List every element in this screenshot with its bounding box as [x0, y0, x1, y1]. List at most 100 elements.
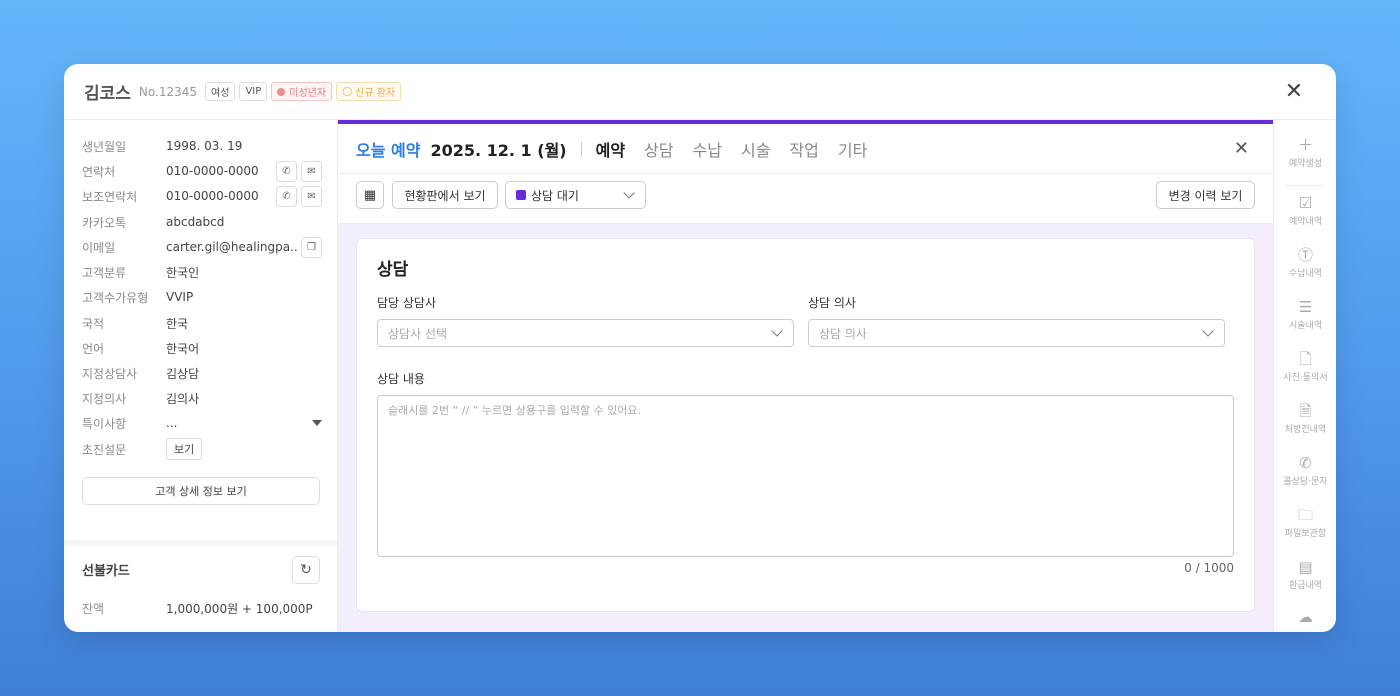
tab-consult[interactable]: 상담	[644, 137, 673, 161]
sidebar-item-photos-consent[interactable]: 🗋 사진·동의서	[1274, 348, 1336, 396]
info-label: 연락처	[82, 164, 116, 179]
copy-button[interactable]: ❐	[301, 236, 322, 258]
person-icon: ◯	[342, 86, 353, 97]
tab-procedure[interactable]: 시술	[741, 137, 770, 161]
sidebar-item-procedures[interactable]: ☰ 시술내역	[1274, 296, 1336, 344]
chevron-down-icon	[771, 325, 783, 337]
counselor-select[interactable]: 상담사 선택	[377, 319, 794, 347]
sidebar-item-label: 콜상담·문자	[1283, 477, 1328, 487]
sidebar-item-label: 환급내역	[1288, 581, 1323, 591]
minor-tag: 미성년자	[271, 82, 333, 101]
caret-down-icon[interactable]	[312, 420, 322, 426]
qr-button[interactable]: ▦	[356, 181, 384, 209]
doctor-select[interactable]: 상담 의사	[808, 319, 1225, 347]
new-patient-tag: ◯ 신규 환자	[336, 82, 402, 101]
customer-detail-button[interactable]: 고객 상세 정보 보기	[82, 477, 320, 505]
tab-work[interactable]: 작업	[789, 137, 818, 161]
info-row-counselor: 지정상담사 김상담	[82, 363, 322, 383]
close-appointment-button[interactable]: ✕	[1234, 138, 1249, 159]
customer-info-panel: 생년월일 1998. 03. 19 연락처 010-0000-0000 ✆ ✉ 보조연…	[64, 120, 338, 632]
phone-icon: ✆	[1299, 454, 1312, 472]
close-icon: ✕	[1233, 138, 1249, 159]
info-row-phone: 연락처 010-0000-0000 ✆ ✉	[82, 160, 322, 182]
dot-icon	[277, 87, 286, 96]
list-icon: ☰	[1298, 298, 1313, 316]
sidebar-item-prescriptions[interactable]: 🗎 처방전내역	[1274, 400, 1336, 448]
info-row-birth: 생년월일 1998. 03. 19	[82, 136, 322, 156]
info-value: ...	[166, 416, 178, 430]
info-value: 010-0000-0000	[166, 164, 259, 178]
divider	[580, 141, 582, 156]
info-row-notes[interactable]: 특이사항...	[82, 413, 322, 433]
customer-name: 김코스	[84, 84, 131, 104]
close-modal-button[interactable]: ✕	[1282, 80, 1306, 104]
info-label: 이메일	[82, 240, 116, 255]
info-label: 카카오톡	[82, 215, 127, 230]
info-value: 김의사	[166, 391, 200, 406]
message-button[interactable]: ✉	[301, 185, 322, 207]
info-label: 언어	[82, 341, 105, 356]
sidebar-item-payments[interactable]: Ⓣ 수납내역	[1274, 244, 1336, 292]
sidebar-item-label: 파일보관함	[1284, 529, 1327, 539]
info-value: 김상담	[166, 366, 200, 381]
info-value: VVIP	[166, 290, 194, 304]
call-button[interactable]: ✆	[276, 185, 297, 207]
sidebar-item-calls-messages[interactable]: ✆ 콜상담·문자	[1274, 452, 1336, 500]
customer-number: No.12345	[138, 84, 198, 99]
consult-content-textarea[interactable]: 슬래시를 2번 “ // ” 누르면 상용구를 입력할 수 있어요.	[377, 395, 1234, 557]
phone-icon: ✆	[282, 190, 291, 202]
appointment-panel: 오늘 예약 2025. 12. 1 (월) 예약 상담 수납 시술 작업 기타 …	[338, 120, 1273, 632]
info-row-nationality: 국적 한국	[82, 313, 322, 333]
change-history-button[interactable]: 변경 이력 보기	[1156, 181, 1255, 209]
status-select[interactable]: 상담 대기	[505, 181, 646, 209]
tab-reservation[interactable]: 예약	[596, 137, 625, 161]
divider	[1286, 185, 1324, 186]
sidebar-item-label: 수납내역	[1288, 269, 1323, 279]
info-label: 지정의사	[82, 391, 127, 406]
qr-code-icon: ▦	[363, 187, 377, 203]
consult-content-label: 상담 내용	[377, 372, 425, 386]
view-board-button[interactable]: 현황판에서 보기	[392, 181, 498, 209]
consult-title: 상담	[377, 260, 409, 280]
info-row-sub-phone: 보조연락처 010-0000-0000 ✆ ✉	[82, 185, 322, 207]
sidebar-item-appointments[interactable]: ☑ 예약내역	[1274, 192, 1336, 240]
doctor-label: 상담 의사	[808, 296, 856, 310]
copy-icon: ❐	[307, 241, 316, 253]
new-patient-tag-label: 신규 환자	[355, 88, 396, 99]
info-row-fee-type: 고객수가유형 VVIP	[82, 287, 322, 307]
view-survey-button[interactable]: 보기	[166, 438, 203, 460]
info-value: 1998. 03. 19	[166, 139, 243, 153]
today-appointment-label: 오늘 예약	[356, 140, 421, 160]
counselor-label: 담당 상담사	[377, 296, 437, 310]
customer-modal: 김코스 No.12345 여성 VIP 미성년자 ◯ 신규 환자 ✕ 생년월일 19…	[64, 64, 1336, 632]
message-button[interactable]: ✉	[301, 160, 322, 182]
info-value: 한국	[166, 316, 189, 331]
sidebar-item-label: 처방전내역	[1284, 425, 1327, 435]
info-label: 고객분류	[82, 265, 127, 280]
info-row-balance: 잔액 1,000,000원 + 100,000P	[82, 598, 322, 618]
info-label: 초진설문	[82, 442, 127, 457]
info-row-survey: 초진설문 보기	[82, 438, 322, 460]
counselor-select-placeholder: 상담사 선택	[388, 326, 448, 341]
chevron-down-icon	[1202, 325, 1214, 337]
cloud-upload-icon: ☁	[1298, 608, 1313, 626]
tab-etc[interactable]: 기타	[838, 137, 867, 161]
sidebar-item-file-storage[interactable]: 🗀 파일보관함	[1274, 504, 1336, 552]
info-value: abcdabcd	[166, 215, 225, 229]
info-value: 한국어	[166, 341, 200, 356]
gender-tag: 여성	[205, 82, 236, 101]
call-button[interactable]: ✆	[276, 160, 297, 182]
close-icon: ✕	[1284, 79, 1304, 104]
consult-card: 상담 담당 상담사 상담사 선택 상담 의사 상담 의사 상담 내용 슬래시를 …	[356, 238, 1255, 612]
divider	[64, 540, 337, 546]
info-label: 국적	[82, 316, 105, 331]
sidebar-item-create-appointment[interactable]: ＋ 예약생성	[1274, 134, 1336, 182]
sidebar-item-upload[interactable]: ☁	[1274, 606, 1336, 632]
info-row-language: 언어 한국어	[82, 338, 322, 358]
sidebar-item-label: 사진·동의서	[1283, 373, 1328, 383]
sidebar-item-refunds[interactable]: ▤ 환급내역	[1274, 556, 1336, 604]
document-icon: 🗋	[1299, 350, 1312, 368]
refresh-button[interactable]: ↻	[292, 556, 320, 584]
tab-payment[interactable]: 수납	[693, 137, 722, 161]
info-label: 보조연락처	[82, 189, 138, 204]
